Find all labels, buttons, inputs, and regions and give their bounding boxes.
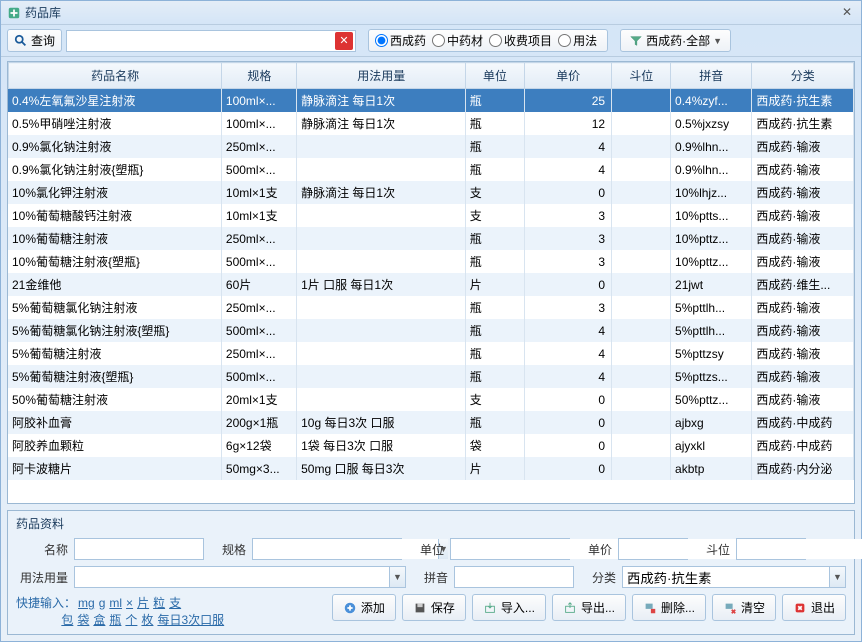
table-row[interactable]: 21金维他60片1片 口服 每日1次片021jwt西成药·维生... bbox=[8, 273, 854, 296]
dou-combo[interactable]: ▼ bbox=[736, 538, 806, 560]
chevron-down-icon[interactable]: ▼ bbox=[829, 567, 845, 587]
quick-link[interactable]: 个 bbox=[125, 613, 137, 627]
chevron-down-icon: ▼ bbox=[713, 36, 722, 46]
table-row[interactable]: 10%葡萄糖注射液250ml×...瓶310%pttz...西成药·输液 bbox=[8, 227, 854, 250]
data-grid: 药品名称规格用法用量单位单价斗位拼音分类 0.4%左氧氟沙星注射液100ml×.… bbox=[7, 61, 855, 504]
save-icon bbox=[413, 601, 427, 615]
col-header[interactable]: 单价 bbox=[524, 63, 611, 89]
quick-link[interactable]: × bbox=[126, 596, 133, 610]
clear-search-icon[interactable]: ✕ bbox=[335, 32, 353, 50]
table-row[interactable]: 0.9%氯化钠注射液{塑瓶}500ml×...瓶40.9%lhn...西成药·输… bbox=[8, 158, 854, 181]
quick-link[interactable]: 枚 bbox=[141, 613, 153, 627]
col-header[interactable]: 用法用量 bbox=[297, 63, 466, 89]
spec-combo[interactable]: ▼ bbox=[252, 538, 402, 560]
window-title: 药品库 bbox=[25, 4, 839, 21]
table-row[interactable]: 10%氯化钾注射液10ml×1支静脉滴注 每日1次支010%lhjz...西成药… bbox=[8, 181, 854, 204]
table-row[interactable]: 5%葡萄糖注射液250ml×...瓶45%pttzsy西成药·输液 bbox=[8, 342, 854, 365]
quick-link[interactable]: 每日3次口服 bbox=[157, 613, 224, 627]
dou-label: 斗位 bbox=[694, 541, 730, 558]
quick-link[interactable]: 片 bbox=[137, 596, 149, 610]
table-row[interactable]: 阿胶补血膏200g×1瓶10g 每日3次 口服瓶0ajbxg西成药·中成药 bbox=[8, 411, 854, 434]
quick-link[interactable]: 袋 bbox=[77, 613, 89, 627]
action-buttons: 添加 保存 导入... 导出... 删除... 清空 退出 bbox=[332, 594, 846, 621]
table-row[interactable]: 阿卡波糖片50mg×3...50mg 口服 每日3次片0akbtp西成药·内分泌 bbox=[8, 457, 854, 480]
chevron-down-icon[interactable]: ▼ bbox=[389, 567, 405, 587]
radio-2[interactable]: 收费项目 bbox=[489, 32, 552, 49]
table-row[interactable]: 5%葡萄糖氯化钠注射液250ml×...瓶35%pttlh...西成药·输液 bbox=[8, 296, 854, 319]
price-label: 单价 bbox=[576, 541, 612, 558]
table-row[interactable]: 10%葡萄糖注射液{塑瓶}500ml×...瓶310%pttz...西成药·输液 bbox=[8, 250, 854, 273]
plus-icon bbox=[343, 601, 357, 615]
py-field[interactable] bbox=[454, 566, 574, 588]
funnel-icon bbox=[629, 34, 643, 48]
table-row[interactable]: 0.9%氯化钠注射液250ml×...瓶40.9%lhn...西成药·输液 bbox=[8, 135, 854, 158]
usage-combo[interactable]: ▼ bbox=[74, 566, 406, 588]
toolbar: 查询 ✕ 西成药中药材收费项目用法 西成药·全部 ▼ bbox=[1, 25, 861, 57]
quick-link[interactable]: 包 bbox=[61, 613, 73, 627]
export-button[interactable]: 导出... bbox=[552, 594, 626, 621]
col-header[interactable]: 斗位 bbox=[612, 63, 671, 89]
category-radios: 西成药中药材收费项目用法 bbox=[368, 29, 608, 52]
details-panel: 药品资料 名称 规格 ▼ 单位 ▼ 单价 ◂▸ 斗位 ▼ 用法用量 ▼ 拼音 分… bbox=[7, 510, 855, 635]
col-header[interactable]: 单位 bbox=[466, 63, 525, 89]
quick-input-links: 快捷输入：mggml×片粒支 包袋盒瓶个枚每日3次口服 bbox=[16, 594, 226, 628]
quick-link[interactable]: 盒 bbox=[93, 613, 105, 627]
col-header[interactable]: 药品名称 bbox=[9, 63, 222, 89]
col-header[interactable]: 分类 bbox=[752, 63, 854, 89]
price-spinner[interactable]: ◂▸ bbox=[618, 538, 688, 560]
delete-icon bbox=[643, 601, 657, 615]
col-header[interactable]: 规格 bbox=[222, 63, 297, 89]
filter-dropdown[interactable]: 西成药·全部 ▼ bbox=[620, 29, 731, 52]
exit-button[interactable]: 退出 bbox=[782, 594, 846, 621]
quick-link[interactable]: g bbox=[99, 596, 106, 610]
app-icon bbox=[7, 6, 21, 20]
search-button[interactable]: 查询 bbox=[7, 29, 62, 52]
table-row[interactable]: 阿胶养血颗粒6g×12袋1袋 每日3次 口服袋0ajyxkl西成药·中成药 bbox=[8, 434, 854, 457]
cat-label: 分类 bbox=[580, 569, 616, 586]
add-button[interactable]: 添加 bbox=[332, 594, 396, 621]
radio-1[interactable]: 中药材 bbox=[432, 32, 483, 49]
delete-button[interactable]: 删除... bbox=[632, 594, 706, 621]
filter-label: 西成药·全部 bbox=[646, 32, 710, 49]
name-label: 名称 bbox=[16, 541, 68, 558]
usage-label: 用法用量 bbox=[16, 569, 68, 586]
clear-icon bbox=[723, 601, 737, 615]
import-icon bbox=[483, 601, 497, 615]
import-button[interactable]: 导入... bbox=[472, 594, 546, 621]
cat-combo[interactable]: ▼ bbox=[622, 566, 846, 588]
quick-link[interactable]: 瓶 bbox=[109, 613, 121, 627]
quick-link[interactable]: 粒 bbox=[153, 596, 165, 610]
unit-combo[interactable]: ▼ bbox=[450, 538, 570, 560]
table-row[interactable]: 0.5%甲硝唑注射液100ml×...静脉滴注 每日1次瓶120.5%jxzsy… bbox=[8, 112, 854, 135]
export-icon bbox=[563, 601, 577, 615]
table-row[interactable]: 50%葡萄糖注射液20ml×1支支050%pttz...西成药·输液 bbox=[8, 388, 854, 411]
close-icon[interactable]: ✕ bbox=[839, 5, 855, 21]
radio-3[interactable]: 用法 bbox=[558, 32, 597, 49]
grid-header-row: 药品名称规格用法用量单位单价斗位拼音分类 bbox=[9, 63, 854, 89]
titlebar: 药品库 ✕ bbox=[1, 1, 861, 25]
table-row[interactable]: 5%葡萄糖注射液{塑瓶}500ml×...瓶45%pttzs...西成药·输液 bbox=[8, 365, 854, 388]
table-row[interactable]: 5%葡萄糖氯化钠注射液{塑瓶}500ml×...瓶45%pttlh...西成药·… bbox=[8, 319, 854, 342]
quick-link[interactable]: ml bbox=[109, 596, 122, 610]
save-button[interactable]: 保存 bbox=[402, 594, 466, 621]
search-label: 查询 bbox=[31, 32, 55, 49]
unit-label: 单位 bbox=[408, 541, 444, 558]
quick-link[interactable]: mg bbox=[78, 596, 95, 610]
details-title: 药品资料 bbox=[16, 515, 846, 532]
py-label: 拼音 bbox=[412, 569, 448, 586]
table-row[interactable]: 10%葡萄糖酸钙注射液10ml×1支支310%ptts...西成药·输液 bbox=[8, 204, 854, 227]
col-header[interactable]: 拼音 bbox=[671, 63, 752, 89]
radio-0[interactable]: 西成药 bbox=[375, 32, 426, 49]
clear-button[interactable]: 清空 bbox=[712, 594, 776, 621]
quick-link[interactable]: 支 bbox=[169, 596, 181, 610]
table-row[interactable]: 0.4%左氧氟沙星注射液100ml×...静脉滴注 每日1次瓶250.4%zyf… bbox=[8, 89, 854, 112]
search-input[interactable] bbox=[67, 31, 335, 51]
app-window: 药品库 ✕ 查询 ✕ 西成药中药材收费项目用法 西成药·全部 ▼ 药品名称规格用… bbox=[0, 0, 862, 642]
search-box: ✕ bbox=[66, 30, 356, 52]
spec-label: 规格 bbox=[210, 541, 246, 558]
name-field[interactable] bbox=[74, 538, 204, 560]
search-icon bbox=[14, 34, 28, 48]
exit-icon bbox=[793, 601, 807, 615]
